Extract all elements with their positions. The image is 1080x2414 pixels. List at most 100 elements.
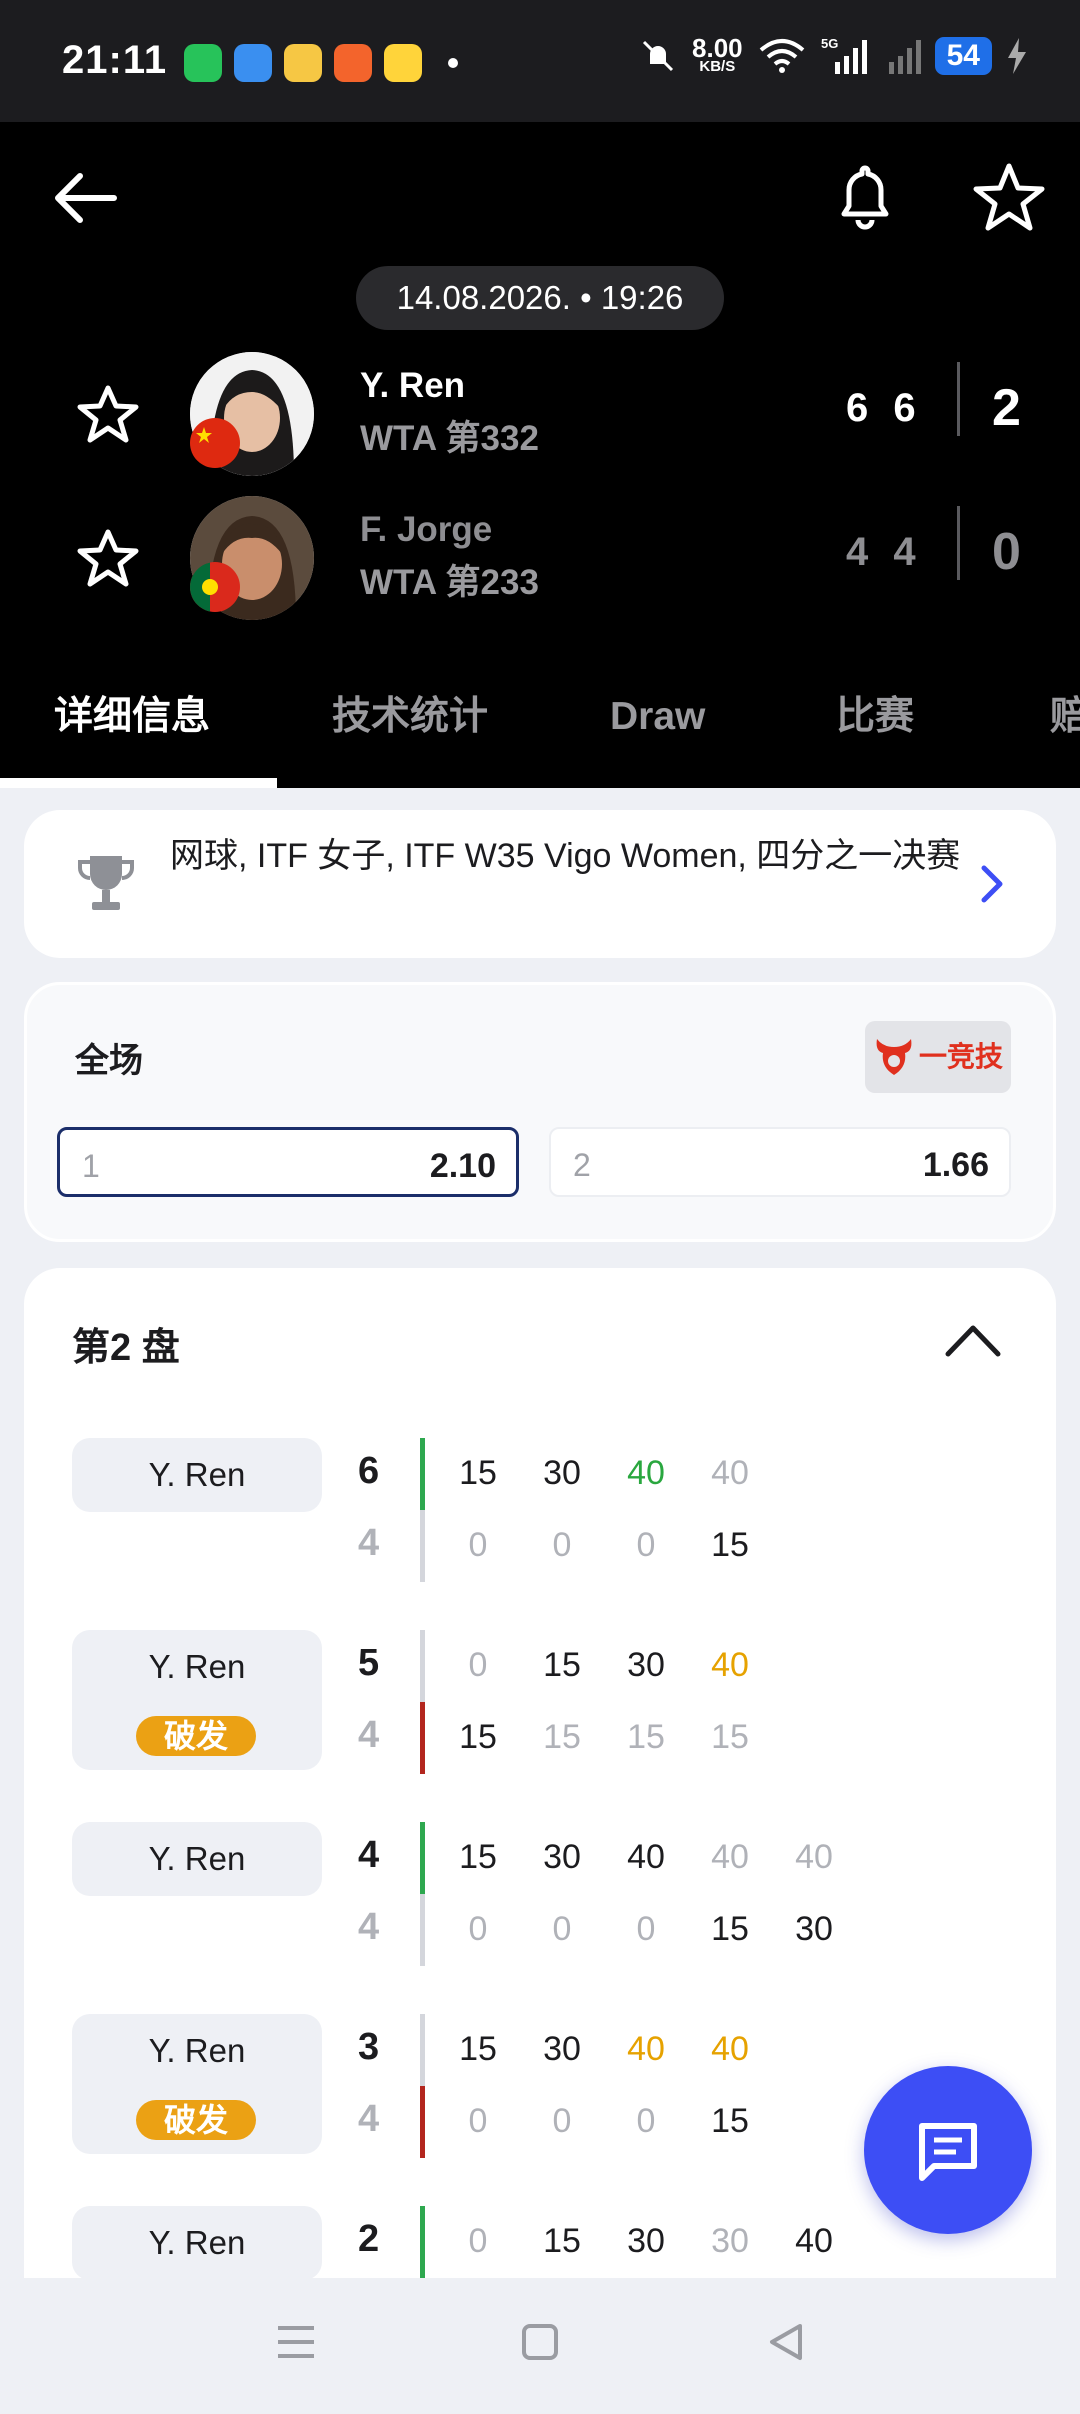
point-score: 0 [468, 1910, 488, 1948]
server-badge: Y. Ren 破发 [72, 2014, 322, 2154]
player-set-scores: 4 4 [846, 530, 916, 574]
hold-bar [420, 1822, 425, 1894]
home-nav-icon[interactable] [518, 2320, 562, 2364]
status-bar: 21:11 8.00 KB/S 5G 54 [0, 0, 1080, 122]
game-row: Y. Ren 6 4 15 30 40 40 0 0 0 15 [24, 1438, 1056, 1588]
mute-icon [642, 40, 674, 72]
odds-option-home[interactable]: 1 2.10 [57, 1127, 519, 1197]
chevron-up-icon[interactable] [944, 1320, 1002, 1360]
odds-label: 1 [82, 1148, 100, 1184]
tab-odds[interactable]: 赔 [1050, 682, 1080, 788]
bull-logo-icon [876, 1039, 912, 1075]
point-score: 0 [552, 1910, 572, 1948]
break-bar [420, 1702, 425, 1774]
server-name: Y. Ren [148, 2032, 246, 2069]
china-flag [190, 418, 240, 468]
point-score: 15 [459, 1718, 497, 1756]
server-name: Y. Ren [148, 2224, 246, 2261]
notification-icons [184, 44, 458, 82]
chevron-right-icon[interactable] [972, 862, 1012, 906]
point-score: 15 [711, 1718, 749, 1756]
point-score: 30 [795, 1910, 833, 1948]
game-bar [420, 2014, 425, 2086]
point-score: 0 [552, 2102, 572, 2140]
back-arrow-icon[interactable] [50, 162, 122, 234]
point-score: 40 [795, 1838, 833, 1876]
status-indicators: 8.00 KB/S 5G 54 [638, 35, 1028, 76]
game-score-a: 5 [358, 1642, 380, 1684]
point-score: 15 [543, 2222, 581, 2260]
game-bar [420, 1510, 425, 1582]
point-score: 15 [459, 2030, 497, 2068]
player-favorite-star-icon[interactable] [76, 526, 140, 590]
signal-sim2-icon [888, 40, 921, 74]
server-badge: Y. Ren [72, 2206, 322, 2278]
point-score: 40 [795, 2222, 833, 2260]
point-score: 0 [468, 2102, 488, 2140]
server-name: Y. Ren [148, 1456, 246, 1493]
point-score: 0 [468, 2222, 488, 2260]
point-score: 30 [627, 1646, 665, 1684]
player-favorite-star-icon[interactable] [76, 382, 140, 446]
player-name[interactable]: F. Jorge [360, 510, 492, 550]
odds-value: 2.10 [429, 1147, 496, 1185]
player-sets-won: 0 [992, 523, 1021, 581]
competition-card[interactable]: 网球, ITF 女子, ITF W35 Vigo Women, 四分之一决赛 [24, 810, 1056, 958]
point-score: 0 [636, 1910, 656, 1948]
player-name[interactable]: Y. Ren [360, 366, 465, 406]
back-nav-icon[interactable] [764, 2320, 808, 2364]
odds-label: 2 [573, 1147, 591, 1183]
match-datetime: 14.08.2026. • 19:26 [356, 266, 724, 330]
wifi-icon [759, 39, 804, 73]
point-score: 30 [627, 2222, 665, 2260]
point-score: 15 [711, 1910, 749, 1948]
notification-bell-icon[interactable] [834, 160, 896, 232]
game-score-b: 4 [358, 2098, 380, 2140]
player-row: Y. Ren WTA 第332 6 6 2 [0, 348, 1080, 478]
point-score: 15 [543, 1646, 581, 1684]
blue-app-icon [234, 44, 272, 82]
match-header: 14.08.2026. • 19:26 Y. Ren WTA 第332 6 6 … [0, 122, 1080, 788]
chat-fab-button[interactable] [864, 2066, 1032, 2234]
point-score: 0 [552, 1526, 572, 1564]
odds-card: 全场 一竞技 1 2.10 2 1.66 [24, 982, 1056, 1242]
orange-app-icon [334, 44, 372, 82]
competition-name: 网球, ITF 女子, ITF W35 Vigo Women, 四分之一决赛 [170, 837, 961, 875]
point-score: 40 [711, 1454, 749, 1492]
game-score-b: 4 [358, 1522, 380, 1564]
menu-nav-icon[interactable] [274, 2320, 318, 2364]
point-score: 40 [627, 1838, 665, 1876]
odds-value: 1.66 [922, 1146, 989, 1184]
player-row: F. Jorge WTA 第233 4 4 0 [0, 492, 1080, 622]
game-score-a: 2 [358, 2218, 380, 2260]
point-score: 0 [636, 1526, 656, 1564]
point-score: 0 [468, 1526, 488, 1564]
point-score: 0 [636, 2102, 656, 2140]
server-name: Y. Ren [148, 1648, 246, 1685]
point-score: 40 [711, 1646, 749, 1684]
game-row: Y. Ren 4 4 15 30 40 40 40 0 0 0 15 30 [24, 1822, 1056, 1972]
point-score: 40 [627, 2030, 665, 2068]
player-set-scores: 6 6 [846, 386, 916, 430]
game-score-a: 4 [358, 1834, 380, 1876]
hold-bar [420, 1438, 425, 1510]
break-badge: 破发 [136, 1716, 256, 1756]
svg-text:5G: 5G [821, 36, 838, 51]
point-score: 15 [459, 1454, 497, 1492]
tab-stats[interactable]: 技术统计 [332, 682, 488, 788]
favorite-star-icon[interactable] [972, 160, 1046, 234]
set-title: 第2 盘 [72, 1327, 180, 1369]
tab-matches[interactable]: 比赛 [836, 682, 914, 788]
odds-option-away[interactable]: 2 1.66 [549, 1127, 1011, 1197]
tab-details[interactable]: 详细信息 [54, 682, 210, 788]
tab-draw[interactable]: Draw [610, 682, 705, 788]
point-score: 15 [459, 1838, 497, 1876]
status-time: 21:11 [62, 38, 168, 82]
bookmaker-logo[interactable]: 一竞技 [865, 1021, 1011, 1093]
break-bar [420, 2086, 425, 2158]
weibo-icon [284, 44, 322, 82]
more-notifications-dot [448, 58, 458, 68]
score-divider [957, 506, 960, 580]
point-score: 40 [711, 2030, 749, 2068]
point-score: 15 [627, 1718, 665, 1756]
